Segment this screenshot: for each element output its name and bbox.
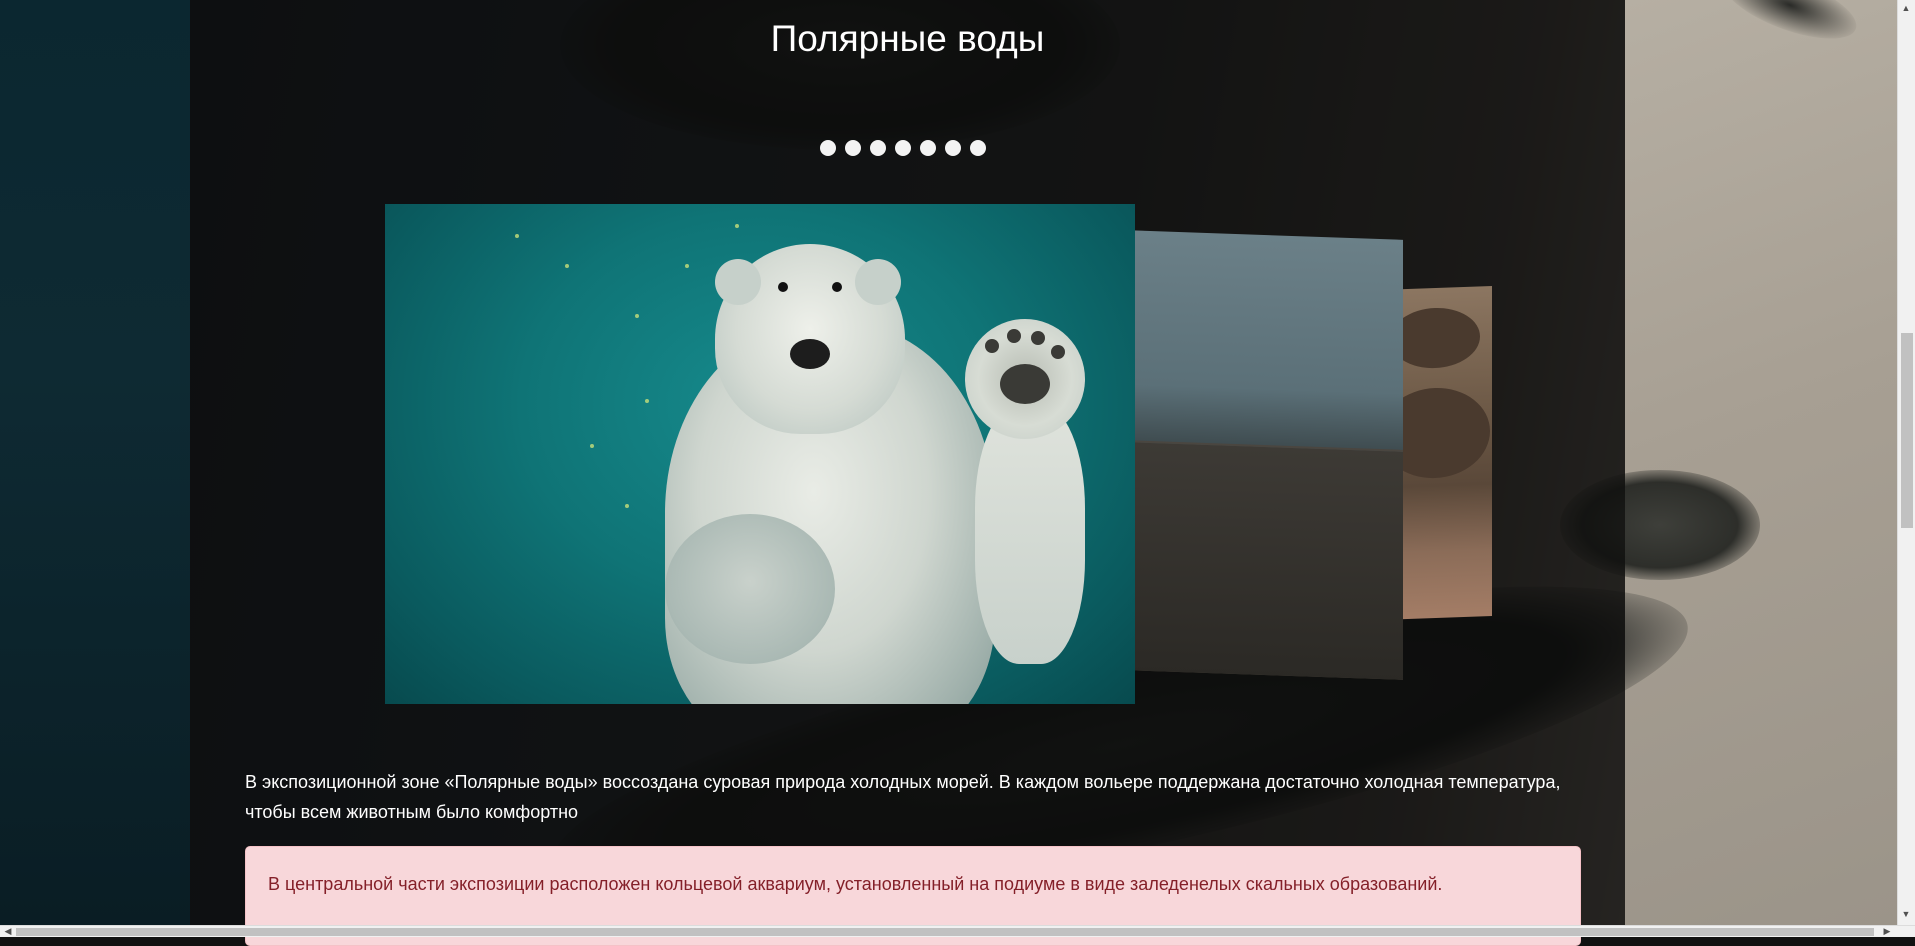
carousel-dot[interactable] bbox=[820, 140, 836, 156]
scroll-up-icon[interactable]: ▲ bbox=[1899, 2, 1913, 14]
horizontal-scrollbar[interactable]: ◀ ▶ bbox=[0, 925, 1915, 937]
carousel-dot[interactable] bbox=[895, 140, 911, 156]
section-description: В экспозиционной зоне «Полярные воды» во… bbox=[245, 772, 1561, 822]
horizontal-scroll-thumb[interactable] bbox=[16, 928, 1874, 936]
carousel-slide-rocks[interactable] bbox=[1125, 230, 1403, 680]
carousel-dot[interactable] bbox=[945, 140, 961, 156]
carousel-dot[interactable] bbox=[870, 140, 886, 156]
carousel-dot[interactable] bbox=[970, 140, 986, 156]
carousel-dot[interactable] bbox=[920, 140, 936, 156]
section-title: Полярные воды bbox=[770, 18, 1045, 59]
vertical-scroll-thumb[interactable] bbox=[1901, 333, 1913, 528]
carousel-indicators bbox=[820, 140, 986, 156]
carousel-dot[interactable] bbox=[845, 140, 861, 156]
background-water-panel bbox=[0, 0, 190, 925]
scroll-right-icon[interactable]: ▶ bbox=[1880, 925, 1894, 937]
scroll-down-icon[interactable]: ▼ bbox=[1899, 908, 1913, 920]
background-sand-panel bbox=[1625, 0, 1897, 925]
carousel-slide-polar-bear[interactable] bbox=[385, 204, 1135, 704]
scroll-left-icon[interactable]: ◀ bbox=[1, 925, 15, 937]
vertical-scrollbar[interactable]: ▲ ▼ bbox=[1897, 0, 1915, 925]
